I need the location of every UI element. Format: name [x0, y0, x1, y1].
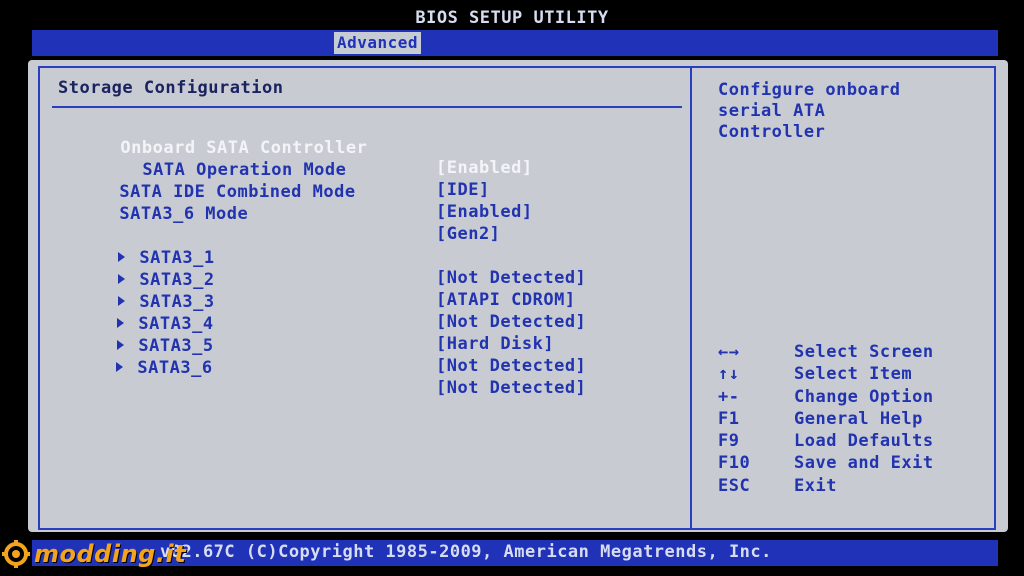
setting-label: SATA3_6 Mode — [119, 204, 249, 224]
submenu-arrow-icon — [116, 362, 124, 372]
key-desc: General Help — [794, 408, 923, 429]
copyright-text: v02.67C (C)Copyright 1985-2009, American… — [160, 542, 772, 562]
port-status: [Not Detected] — [436, 312, 587, 332]
menu-bar: Advanced — [32, 30, 998, 56]
port-status: [Not Detected] — [436, 378, 587, 398]
f1-key: F1 — [718, 408, 740, 429]
port-label: SATA3_6 — [137, 358, 213, 378]
esc-key: ESC — [718, 475, 751, 496]
watermark-text: modding.it — [34, 540, 187, 568]
gear-logo-icon — [2, 540, 30, 568]
key-desc: Select Item — [794, 364, 913, 385]
help-line: Controller — [718, 122, 826, 142]
f9-key: F9 — [718, 431, 740, 452]
key-desc: Change Option — [794, 386, 934, 407]
bios-screen: BIOS SETUP UTILITY Advanced Storage Conf… — [10, 0, 1014, 576]
tab-advanced[interactable]: Advanced — [334, 32, 422, 54]
main-panel: Storage Configuration Onboard SATA Contr… — [28, 60, 1008, 532]
bios-title: BIOS SETUP UTILITY — [415, 8, 609, 28]
left-right-arrows-icon: ←→ — [718, 342, 740, 362]
plus-minus-key: +- — [718, 386, 740, 407]
key-desc: Select Screen — [794, 342, 934, 362]
setting-value[interactable]: [IDE] — [436, 180, 490, 200]
port-status: [ATAPI CDROM] — [436, 290, 576, 310]
key-desc: Load Defaults — [794, 431, 934, 452]
setting-value[interactable]: [Enabled] — [436, 158, 533, 178]
key-desc: Exit — [794, 475, 837, 496]
key-desc: Save and Exit — [794, 453, 934, 474]
section-title: Storage Configuration — [58, 78, 284, 98]
watermark: modding.it — [2, 540, 186, 568]
section-divider — [52, 106, 682, 108]
help-line: Configure onboard — [718, 80, 901, 100]
setting-value[interactable]: [Gen2] — [436, 224, 500, 244]
help-line: serial ATA — [718, 101, 826, 121]
port-status: [Not Detected] — [436, 268, 587, 288]
item-help-text: Configure onboard serial ATA Controller — [718, 80, 978, 143]
port-status: [Not Detected] — [436, 356, 587, 376]
port-status: [Hard Disk] — [436, 334, 555, 354]
submenu-sata3-6[interactable]: SATA3_6 [Not Detected] — [52, 338, 586, 418]
setting-value[interactable]: [Enabled] — [436, 202, 533, 222]
f10-key: F10 — [718, 453, 751, 474]
up-down-arrows-icon: ↑↓ — [718, 364, 740, 385]
